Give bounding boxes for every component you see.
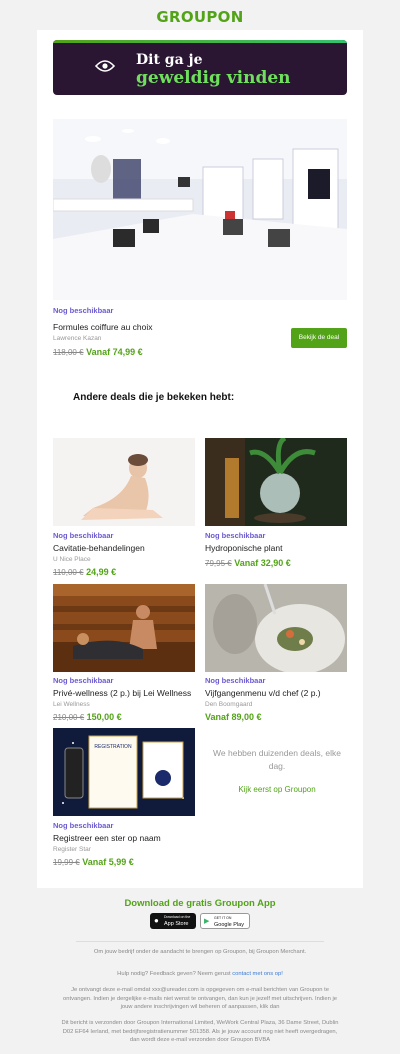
registration-text: REGISTRATION	[94, 744, 132, 750]
deal-badge: Nog beschikbaar	[205, 676, 266, 685]
deal-price: 110,00 € 24,99 €	[53, 567, 116, 577]
deal-old-price: 79,95 €	[205, 559, 232, 568]
deal-merchant: Den Boomgaard	[205, 701, 253, 708]
deal-image-dinner[interactable]	[205, 584, 347, 672]
deal-merchant: U Nice Place	[53, 556, 91, 563]
google-play-label: Google Play	[214, 922, 244, 928]
deal-image-plant[interactable]	[205, 438, 347, 526]
footer-legal-text: Dit bericht is verzonden door Groupon In…	[61, 1020, 339, 1043]
main-deal-image[interactable]	[53, 119, 347, 300]
deal-merchant: Register Star	[53, 846, 91, 853]
deal-image-wellness[interactable]	[53, 584, 195, 672]
deal-badge: Nog beschikbaar	[53, 531, 114, 540]
hero-banner: Dit ga je geweldig vinden	[53, 40, 347, 95]
hero-line-1: Dit ga je	[136, 52, 203, 68]
deal-new-price: Vanaf 89,00 €	[205, 712, 262, 722]
footer-divider	[76, 941, 324, 942]
deal-old-price: 19,99 €	[53, 858, 80, 867]
deal-price: 210,00 € 150,00 €	[53, 712, 122, 722]
deal-price: 79,95 € Vanaf 32,90 €	[205, 558, 291, 568]
google-play-badge[interactable]: ▶ GET IT ON Google Play	[200, 913, 250, 929]
deal-title[interactable]: Cavitatie-behandelingen	[53, 543, 145, 553]
promo-link[interactable]: Kijk eerst op Groupon	[207, 785, 347, 794]
deal-image-star[interactable]: REGISTRATION	[53, 728, 195, 816]
app-store-badge[interactable]: ● Download on the App Store	[150, 913, 196, 929]
main-deal-old-price: 118,00 €	[53, 348, 84, 357]
deal-price: Vanaf 89,00 €	[205, 712, 262, 722]
deal-badge: Nog beschikbaar	[205, 531, 266, 540]
hero-accent-bar	[53, 40, 347, 43]
app-store-label: App Store	[164, 921, 189, 927]
deal-title[interactable]: Registreer een ster op naam	[53, 833, 161, 843]
deal-title[interactable]: Vijfgangenmenu v/d chef (2 p.)	[205, 688, 321, 698]
contact-link[interactable]: contact met ons op!	[232, 971, 283, 977]
deal-badge: Nog beschikbaar	[53, 676, 114, 685]
footer-subscription-text: Je ontvangt deze e-mail omdat xxx@ureade…	[63, 987, 337, 1010]
deal-old-price: 110,00 €	[53, 568, 84, 577]
deal-new-price: 24,99 €	[86, 567, 117, 577]
groupon-logo[interactable]: GROUPON	[0, 8, 400, 26]
footer-help-text: Hulp nodig? Feedback geven? Neem gerust	[117, 971, 231, 977]
deal-badge: Nog beschikbaar	[53, 821, 114, 830]
footer-merchant-text: Om jouw bedrijf onder de aandacht te bre…	[93, 949, 307, 955]
main-deal-new-price: Vanaf 74,99 €	[86, 347, 143, 357]
deal-title[interactable]: Privé-wellness (2 p.) bij Lei Wellness	[53, 688, 191, 698]
deal-title[interactable]: Hydroponische plant	[205, 543, 283, 553]
email-card: Dit ga je geweldig vinden Nog beschikbaa…	[37, 30, 363, 888]
promo-text: We hebben duizenden deals, elke dag.	[213, 748, 341, 771]
deal-price: 19,99 € Vanaf 5,99 €	[53, 857, 134, 867]
main-deal-price: 118,00 € Vanaf 74,99 €	[53, 347, 143, 357]
deal-image-cavitation[interactable]	[53, 438, 195, 526]
deal-new-price: Vanaf 5,99 €	[82, 857, 134, 867]
deal-new-price: Vanaf 32,90 €	[234, 558, 291, 568]
eye-icon	[95, 60, 115, 72]
main-deal-title[interactable]: Formules coiffure au choix	[53, 322, 153, 332]
main-deal-badge: Nog beschikbaar	[53, 306, 114, 315]
app-download-title: Download de gratis Groupon App	[124, 898, 276, 909]
play-icon: ▶	[204, 918, 210, 925]
footer-help: Hulp nodig? Feedback geven? Neem gerust …	[60, 970, 340, 979]
main-deal-merchant: Lawrence Kazan	[53, 335, 102, 342]
deal-old-price: 210,00 €	[53, 713, 85, 722]
deal-merchant: Lei Wellness	[53, 701, 90, 708]
apple-icon: ●	[154, 916, 159, 925]
hero-line-2: geweldig vinden	[136, 68, 291, 88]
view-deal-button[interactable]: Bekijk de deal	[291, 328, 347, 348]
deal-new-price: 150,00 €	[86, 712, 122, 722]
section-title: Andere deals die je bekeken hebt:	[73, 392, 235, 403]
